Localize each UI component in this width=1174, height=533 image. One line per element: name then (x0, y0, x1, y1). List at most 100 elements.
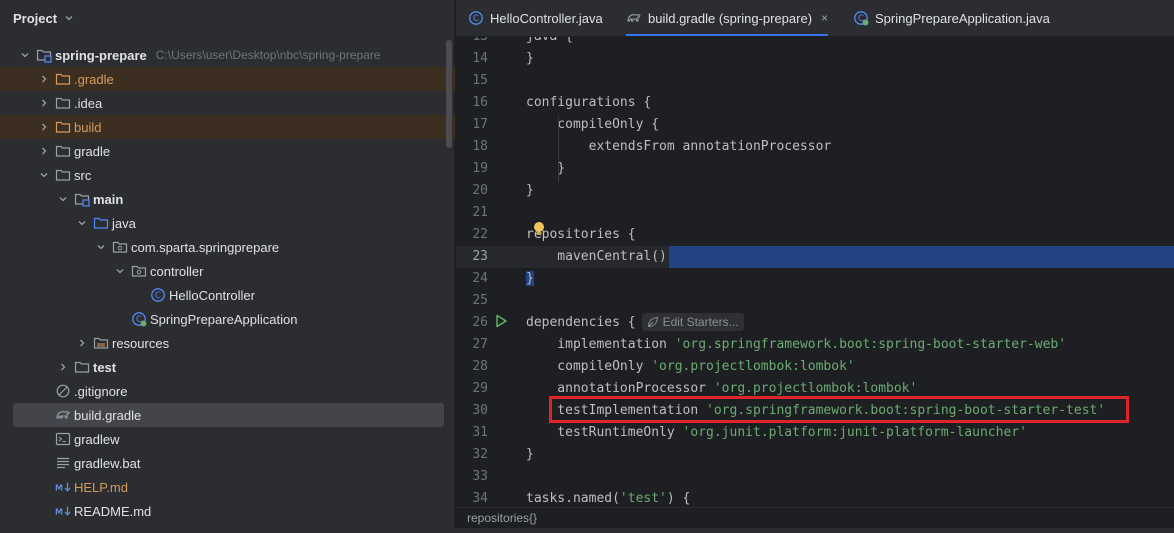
breadcrumb[interactable]: repositories{} (467, 511, 537, 525)
tree-item-gradle[interactable]: .gradle (0, 67, 455, 91)
code-text: compileOnly { (526, 117, 660, 132)
tree-item-label: build (74, 119, 102, 135)
code-line-19[interactable]: 19 } (456, 158, 1174, 180)
shell-script-icon (55, 431, 71, 447)
code-line-25[interactable]: 25 (456, 290, 1174, 312)
tree-item-gitignore[interactable]: .gitignore (0, 379, 455, 403)
line-number[interactable]: 25 (456, 290, 488, 312)
code-line-34[interactable]: 34 tasks.named('test') { (456, 488, 1174, 507)
resources-folder-icon (93, 335, 109, 351)
code-line-32[interactable]: 32} (456, 444, 1174, 466)
close-icon[interactable]: × (821, 11, 828, 25)
intention-bulb-icon[interactable] (532, 221, 546, 237)
code-line-33[interactable]: 33 (456, 466, 1174, 488)
tree-item-springprepareapplication[interactable]: C SpringPrepareApplication (0, 307, 455, 331)
excluded-folder-icon (55, 71, 71, 87)
line-number[interactable]: 13 (456, 37, 488, 48)
code-line-26[interactable]: 26 dependencies {Edit Starters... (456, 312, 1174, 334)
tree-item-gradle[interactable]: gradle (0, 139, 455, 163)
run-gutter-icon[interactable] (494, 314, 508, 328)
line-number[interactable]: 23 (456, 246, 488, 268)
chevron-right-icon[interactable] (37, 96, 51, 110)
tree-scrollbar[interactable] (446, 40, 452, 148)
tab-build-gradle[interactable]: build.gradle (spring-prepare) × (626, 0, 829, 36)
tree-item-gradlew-bat[interactable]: gradlew.bat (0, 451, 455, 475)
code-line-23[interactable]: 23 mavenCentral() (456, 246, 1174, 268)
line-number[interactable]: 22 (456, 224, 488, 246)
tree-item-spring-prepare[interactable]: spring-prepare C:\Users\user\Desktop\nbc\… (0, 43, 455, 67)
chevron-right-icon[interactable] (37, 144, 51, 158)
chevron-down-icon[interactable] (37, 168, 51, 182)
chevron-down-icon[interactable] (56, 192, 70, 206)
tree-item-java[interactable]: java (0, 211, 455, 235)
code-line-14[interactable]: 14} (456, 48, 1174, 70)
chevron-down-icon[interactable] (18, 48, 32, 62)
tree-item-main[interactable]: main (0, 187, 455, 211)
code-line-18[interactable]: 18 extendsFrom annotationProcessor (456, 136, 1174, 158)
code-line-15[interactable]: 15 (456, 70, 1174, 92)
code-line-31[interactable]: 31 testRuntimeOnly 'org.junit.platform:j… (456, 422, 1174, 444)
code-line-20[interactable]: 20} (456, 180, 1174, 202)
code-line-24[interactable]: 24} (456, 268, 1174, 290)
line-number[interactable]: 18 (456, 136, 488, 158)
line-number[interactable]: 26 (456, 312, 488, 334)
line-number[interactable]: 14 (456, 48, 488, 70)
chevron-down-icon[interactable] (113, 264, 127, 278)
line-number[interactable]: 29 (456, 378, 488, 400)
chevron-down-icon[interactable] (64, 13, 74, 23)
tree-item-src[interactable]: src (0, 163, 455, 187)
tree-item-resources[interactable]: resources (0, 331, 455, 355)
line-number[interactable]: 17 (456, 114, 488, 136)
tree-item-gradlew[interactable]: gradlew (0, 427, 455, 451)
module-folder-icon (36, 47, 52, 63)
edit-starters-hint[interactable]: Edit Starters... (641, 312, 744, 331)
line-number[interactable]: 30 (456, 400, 488, 422)
code-line-16[interactable]: 16 configurations { (456, 92, 1174, 114)
tree-item-hellocontroller[interactable]: C HelloController (0, 283, 455, 307)
leaf-icon (647, 316, 658, 327)
tree-item-readme-md[interactable]: M README.md (0, 499, 455, 523)
tree-item-label: gradlew.bat (74, 455, 141, 471)
line-number[interactable]: 20 (456, 180, 488, 202)
line-number[interactable]: 24 (456, 268, 488, 290)
code-text: } (526, 183, 534, 198)
project-tool-window: Project spring-prepare C:\Users\user\Desk… (0, 0, 455, 533)
tree-item-help-md[interactable]: M HELP.md (0, 475, 455, 499)
tree-item-controller[interactable]: controller (0, 259, 455, 283)
code-line-28[interactable]: 28 compileOnly 'org.projectlombok:lombok… (456, 356, 1174, 378)
tree-item-build[interactable]: build (0, 115, 455, 139)
line-number[interactable]: 34 (456, 488, 488, 507)
line-number[interactable]: 19 (456, 158, 488, 180)
line-number[interactable]: 31 (456, 422, 488, 444)
code-text: tasks.named('test') { (526, 491, 691, 506)
code-line-21[interactable]: 21 (456, 202, 1174, 224)
chevron-right-icon[interactable] (37, 72, 51, 86)
tab-hello-controller[interactable]: C HelloController.java (468, 0, 603, 36)
chevron-down-icon[interactable] (94, 240, 108, 254)
tree-item-build-gradle[interactable]: build.gradle (13, 403, 444, 427)
folder-icon (55, 167, 71, 183)
code-editor[interactable]: 13java {14}1516configurations {17 compil… (456, 37, 1174, 507)
line-number[interactable]: 16 (456, 92, 488, 114)
line-number[interactable]: 32 (456, 444, 488, 466)
tree-item-test[interactable]: test (0, 355, 455, 379)
line-number[interactable]: 33 (456, 466, 488, 488)
line-number[interactable]: 28 (456, 356, 488, 378)
chevron-right-icon[interactable] (37, 120, 51, 134)
tree-item-label: build.gradle (74, 407, 142, 423)
chevron-down-icon[interactable] (75, 216, 89, 230)
project-header[interactable]: Project (0, 0, 455, 36)
chevron-right-icon[interactable] (75, 336, 89, 350)
tree-item-com-sparta-springprepare[interactable]: com.sparta.springprepare (0, 235, 455, 259)
line-number[interactable]: 21 (456, 202, 488, 224)
code-line-17[interactable]: 17 compileOnly { (456, 114, 1174, 136)
code-line-13[interactable]: 13 java { (456, 37, 1174, 48)
code-line-22[interactable]: 22 repositories { (456, 224, 1174, 246)
chevron-right-icon[interactable] (56, 360, 70, 374)
tab-spring-prepare-application[interactable]: C SpringPrepareApplication.java (853, 0, 1050, 36)
line-number[interactable]: 15 (456, 70, 488, 92)
tree-item-idea[interactable]: .idea (0, 91, 455, 115)
code-line-27[interactable]: 27 implementation 'org.springframework.b… (456, 334, 1174, 356)
line-number[interactable]: 27 (456, 334, 488, 356)
